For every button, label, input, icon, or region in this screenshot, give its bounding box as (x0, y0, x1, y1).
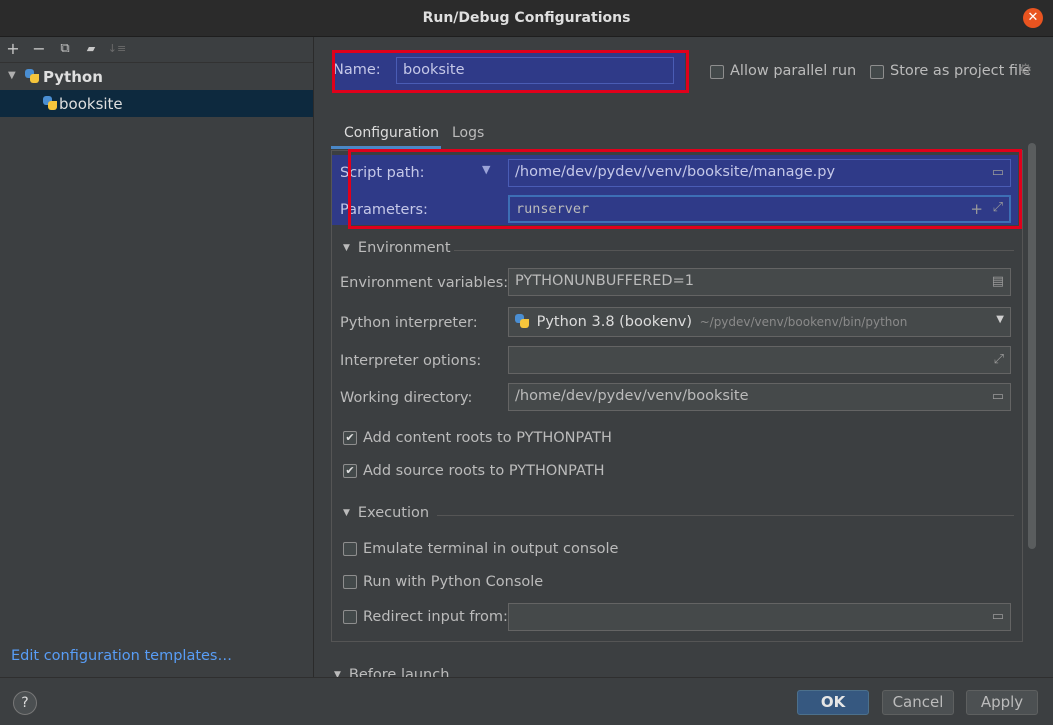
run-python-console-label: Run with Python Console (363, 574, 544, 590)
emulate-terminal-label: Emulate terminal in output console (363, 541, 619, 557)
environment-separator (454, 250, 1014, 251)
edit-templates-link[interactable]: Edit configuration templates… (11, 648, 232, 664)
configuration-editor: Name: booksite Allow parallel run Store … (315, 37, 1053, 683)
annotation-box-script (348, 149, 1022, 229)
python-icon (43, 96, 57, 114)
help-button[interactable]: ? (13, 691, 37, 715)
tree-group-label: Python (43, 68, 103, 86)
tree-item-label: booksite (59, 95, 123, 113)
env-vars-input[interactable]: PYTHONUNBUFFERED=1 ▤ (508, 268, 1011, 296)
folder-icon[interactable]: ▭ (992, 389, 1004, 404)
close-button[interactable]: ✕ (1023, 8, 1043, 28)
copy-configuration-button[interactable]: ⧉ (55, 39, 75, 59)
environment-section-title: Environment (357, 240, 451, 256)
tab-configuration[interactable]: Configuration (344, 125, 439, 141)
tree-item-booksite[interactable]: booksite (0, 90, 313, 117)
chevron-down-icon[interactable]: ▼ (8, 70, 16, 81)
interpreter-path: ~/pydev/venv/bookenv/bin/python (699, 315, 908, 329)
redirect-input-checkbox[interactable] (343, 610, 357, 624)
expand-icon[interactable]: ⤢ (994, 352, 1004, 367)
sort-button[interactable]: ↓≡ (107, 39, 127, 59)
python-icon (515, 314, 529, 328)
remove-configuration-button[interactable]: − (29, 39, 49, 59)
chevron-down-icon: ▼ (343, 243, 350, 253)
interp-options-label: Interpreter options: (340, 353, 482, 369)
add-content-roots-label: Add content roots to PYTHONPATH (363, 430, 612, 446)
allow-parallel-label: Allow parallel run (730, 63, 857, 79)
env-vars-value: PYTHONUNBUFFERED=1 (515, 273, 694, 289)
workdir-label: Working directory: (340, 390, 473, 406)
folder-icon: ▰ (86, 42, 96, 55)
window-title: Run/Debug Configurations (422, 10, 631, 26)
move-to-folder-button[interactable]: ▰ (81, 39, 101, 59)
configurations-sidebar: + − ⧉ ▰ ↓≡ ▼ Python booksite Edit config… (0, 37, 314, 677)
interp-options-input[interactable]: ⤢ (508, 346, 1011, 374)
workdir-value: /home/dev/pydev/venv/booksite (515, 388, 749, 404)
emulate-terminal-checkbox[interactable] (343, 542, 357, 556)
dialog-footer: ? OK Cancel Apply (0, 677, 1053, 725)
minus-icon: − (32, 39, 46, 58)
help-icon: ? (21, 695, 29, 711)
cancel-button[interactable]: Cancel (882, 690, 954, 715)
allow-parallel-checkbox[interactable] (710, 65, 724, 79)
document-icon[interactable]: ▤ (992, 274, 1004, 289)
execution-separator (437, 515, 1014, 516)
configuration-tree: ▼ Python booksite (0, 62, 313, 117)
redirect-input-label: Redirect input from: (363, 609, 508, 625)
env-vars-label: Environment variables: (340, 275, 509, 291)
check-icon: ✔ (345, 464, 355, 477)
chevron-down-icon[interactable]: ▼ (996, 314, 1004, 325)
copy-icon: ⧉ (60, 41, 70, 56)
add-source-roots-label: Add source roots to PYTHONPATH (363, 463, 605, 479)
redirect-input-field[interactable]: ▭ (508, 603, 1011, 631)
interpreter-label: Python interpreter: (340, 315, 478, 331)
close-icon: ✕ (1027, 10, 1039, 25)
store-project-label: Store as project file (890, 63, 1031, 79)
add-source-roots-checkbox[interactable]: ✔ (343, 464, 357, 478)
annotation-box-name (332, 50, 689, 93)
add-configuration-button[interactable]: + (3, 39, 23, 59)
run-python-console-checkbox[interactable] (343, 575, 357, 589)
folder-icon[interactable]: ▭ (992, 609, 1004, 624)
sidebar-toolbar: + − ⧉ ▰ ↓≡ (0, 37, 314, 61)
tab-logs[interactable]: Logs (452, 125, 484, 141)
vertical-scrollbar[interactable] (1028, 143, 1036, 549)
interpreter-select[interactable]: Python 3.8 (bookenv) ~/pydev/venv/booken… (508, 307, 1011, 337)
tree-group-python[interactable]: ▼ Python (0, 63, 313, 90)
store-project-checkbox[interactable] (870, 65, 884, 79)
plus-icon: + (6, 39, 20, 58)
workdir-input[interactable]: /home/dev/pydev/venv/booksite ▭ (508, 383, 1011, 411)
sort-icon: ↓≡ (107, 42, 127, 55)
ok-button[interactable]: OK (797, 690, 869, 715)
execution-section-header[interactable]: ▼ Execution (343, 505, 429, 521)
add-content-roots-checkbox[interactable]: ✔ (343, 431, 357, 445)
check-icon: ✔ (345, 431, 355, 444)
environment-section-header[interactable]: ▼ Environment (343, 240, 451, 256)
execution-section-title: Execution (357, 505, 430, 521)
title-bar: Run/Debug Configurations ✕ (0, 0, 1053, 37)
python-icon (25, 69, 39, 87)
interpreter-name: Python 3.8 (bookenv) (536, 314, 692, 330)
gear-icon[interactable]: ⚙ (1019, 62, 1032, 78)
chevron-down-icon: ▼ (343, 508, 350, 518)
apply-button[interactable]: Apply (966, 690, 1038, 715)
